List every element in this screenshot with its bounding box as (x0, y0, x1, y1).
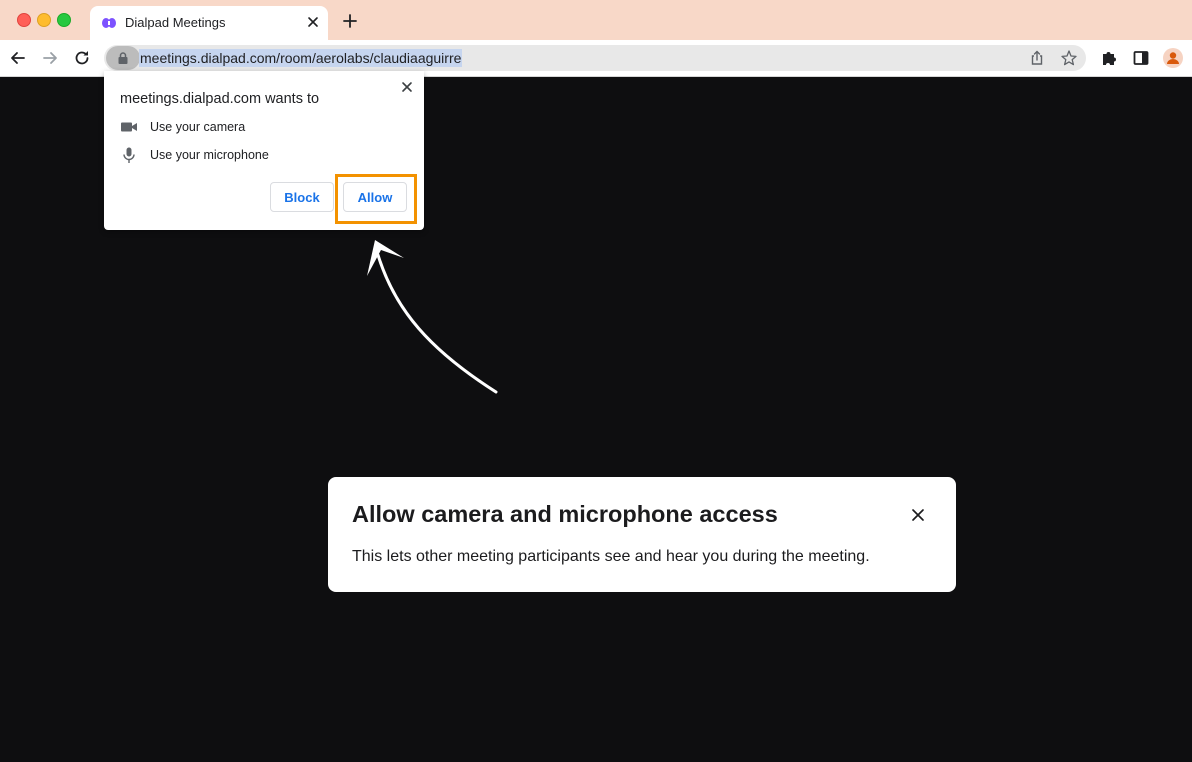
browser-tab[interactable]: Dialpad Meetings (90, 6, 328, 40)
url-text[interactable]: meetings.dialpad.com/room/aerolabs/claud… (139, 49, 463, 67)
forward-arrow-icon[interactable] (40, 48, 60, 68)
new-tab-icon[interactable] (341, 12, 359, 30)
tab-title: Dialpad Meetings (125, 15, 226, 30)
lock-icon (118, 52, 128, 64)
block-button[interactable]: Block (270, 182, 334, 212)
camera-icon (121, 122, 137, 132)
site-info-button[interactable] (106, 46, 140, 70)
permission-prompt-title: meetings.dialpad.com wants to (120, 91, 320, 107)
back-arrow-icon[interactable] (8, 48, 28, 68)
permission-item-camera: Use your camera (150, 120, 246, 134)
permission-item-microphone: Use your microphone (150, 148, 269, 162)
close-tab-icon[interactable] (304, 13, 322, 31)
share-icon[interactable] (1028, 49, 1046, 67)
reload-icon[interactable] (72, 48, 92, 68)
access-modal: Allow camera and microphone access This … (328, 477, 956, 592)
minimize-window-button[interactable] (37, 13, 51, 27)
close-window-button[interactable] (17, 13, 31, 27)
modal-title: Allow camera and microphone access (352, 501, 778, 527)
side-panel-icon[interactable] (1131, 48, 1151, 68)
close-icon[interactable] (400, 80, 414, 94)
profile-avatar[interactable] (1163, 48, 1183, 68)
extensions-puzzle-icon[interactable] (1099, 48, 1119, 68)
microphone-icon (123, 147, 135, 163)
bookmark-star-icon[interactable] (1060, 49, 1078, 67)
dialpad-logo-icon (102, 18, 116, 28)
maximize-window-button[interactable] (57, 13, 71, 27)
close-icon[interactable] (910, 507, 926, 523)
modal-description: This lets other meeting participants see… (352, 548, 870, 565)
tab-strip: Dialpad Meetings (0, 0, 1192, 40)
person-icon (1167, 52, 1179, 64)
allow-button-highlight (335, 174, 417, 224)
address-bar[interactable]: meetings.dialpad.com/room/aerolabs/claud… (104, 45, 1086, 71)
